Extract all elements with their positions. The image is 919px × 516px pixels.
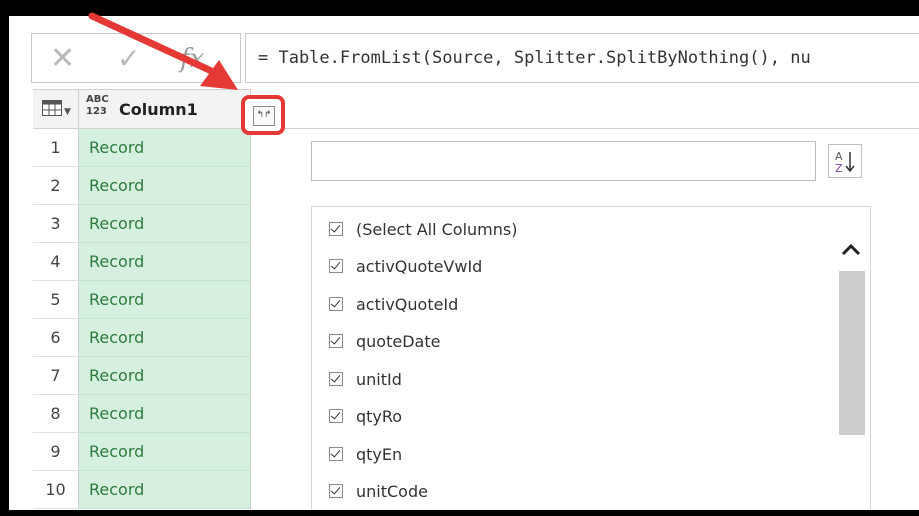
checkbox-label: unitId	[356, 369, 402, 389]
cancel-icon[interactable]: ✕	[50, 42, 75, 76]
sort-az-icon: A Z	[835, 150, 855, 175]
table-icon	[42, 100, 62, 116]
screenshot-frame-bottom	[0, 510, 919, 516]
record-cell[interactable]: Record	[79, 357, 250, 395]
checkbox-label: activQuoteVwId	[356, 256, 483, 276]
checkbox-checked-icon[interactable]	[329, 447, 343, 461]
formula-buttons: ✕ ✓ fx	[31, 33, 241, 83]
column-checkbox-item[interactable]: activQuoteVwId	[329, 251, 482, 281]
checkbox-checked-icon[interactable]	[329, 259, 343, 273]
row-number: 8	[33, 395, 79, 433]
record-cell[interactable]: Record	[79, 319, 250, 357]
record-cell[interactable]: Record	[79, 243, 250, 281]
fx-icon[interactable]: fx	[180, 44, 204, 74]
row-number: 9	[33, 433, 79, 471]
column-checkbox-item[interactable]: qtyRo	[329, 401, 402, 431]
column-checklist: (Select All Columns) activQuoteVwId acti…	[311, 206, 871, 510]
column-checkbox-item[interactable]: activQuoteId	[329, 289, 458, 319]
confirm-icon[interactable]: ✓	[117, 42, 140, 76]
row-number: 6	[33, 319, 79, 357]
row-number: 4	[33, 243, 79, 281]
record-cell[interactable]: Record	[79, 281, 250, 319]
row-number: 1	[33, 129, 79, 167]
checkbox-label: qtyRo	[356, 406, 403, 426]
checkbox-checked-icon[interactable]	[329, 297, 343, 311]
screenshot-frame-top	[0, 0, 919, 16]
row-number: 5	[33, 281, 79, 319]
column-type-icon[interactable]: ABC 123	[86, 94, 109, 118]
record-cell[interactable]: Record	[79, 433, 250, 471]
header-divider	[285, 128, 919, 129]
checkbox-label: qtyEn	[356, 444, 403, 464]
table-menu-button[interactable]: ▼	[33, 90, 79, 129]
grid-divider	[250, 89, 251, 510]
checkbox-checked-icon[interactable]	[329, 222, 343, 236]
formula-bar: ✕ ✓ fx = Table.FromList(Source, Splitter…	[9, 16, 919, 89]
column-header-label[interactable]: Column1	[119, 100, 198, 119]
record-cell[interactable]: Record	[79, 129, 250, 167]
expand-column-button[interactable]: ↰↱	[241, 95, 285, 135]
checkbox-checked-icon[interactable]	[329, 334, 343, 348]
chevron-down-icon: ▼	[64, 107, 71, 117]
record-cell[interactable]: Record	[79, 471, 250, 509]
checkbox-label: unitCode	[356, 481, 428, 501]
checkbox-label: (Select All Columns)	[356, 219, 518, 239]
row-number: 2	[33, 167, 79, 205]
sort-az-button[interactable]: A Z	[828, 144, 862, 178]
select-all-columns-item[interactable]: (Select All Columns)	[329, 214, 517, 244]
column-checkbox-item[interactable]: qtyEn	[329, 439, 402, 469]
expand-icon: ↰↱	[253, 106, 275, 126]
row-number-column: 1 2 3 4 5 6 7 8 9 10	[33, 129, 79, 509]
row-number: 3	[33, 205, 79, 243]
record-cell[interactable]: Record	[79, 205, 250, 243]
column-checkbox-item[interactable]: quoteDate	[329, 326, 440, 356]
svg-text:Z: Z	[835, 162, 843, 175]
row-number: 10	[33, 471, 79, 509]
record-cell[interactable]: Record	[79, 167, 250, 205]
scrollbar-thumb[interactable]	[839, 271, 865, 435]
column-search-input[interactable]	[311, 141, 816, 181]
checkbox-checked-icon[interactable]	[329, 484, 343, 498]
column-checkbox-item[interactable]: unitId	[329, 364, 402, 394]
checkbox-label: quoteDate	[356, 331, 441, 351]
column1-cells: Record Record Record Record Record Recor…	[79, 129, 250, 509]
checkbox-checked-icon[interactable]	[329, 372, 343, 386]
column-header-row: ▼ ABC 123 Column1	[33, 89, 250, 129]
row-number: 7	[33, 357, 79, 395]
checkbox-checked-icon[interactable]	[329, 409, 343, 423]
scroll-up-icon[interactable]	[837, 237, 865, 263]
formula-input[interactable]: = Table.FromList(Source, Splitter.SplitB…	[245, 33, 919, 83]
checkbox-label: activQuoteId	[356, 294, 459, 314]
formula-text: = Table.FromList(Source, Splitter.SplitB…	[258, 48, 811, 68]
screenshot-frame-left	[0, 0, 9, 516]
column-checkbox-item[interactable]: unitCode	[329, 476, 428, 506]
record-cell[interactable]: Record	[79, 395, 250, 433]
